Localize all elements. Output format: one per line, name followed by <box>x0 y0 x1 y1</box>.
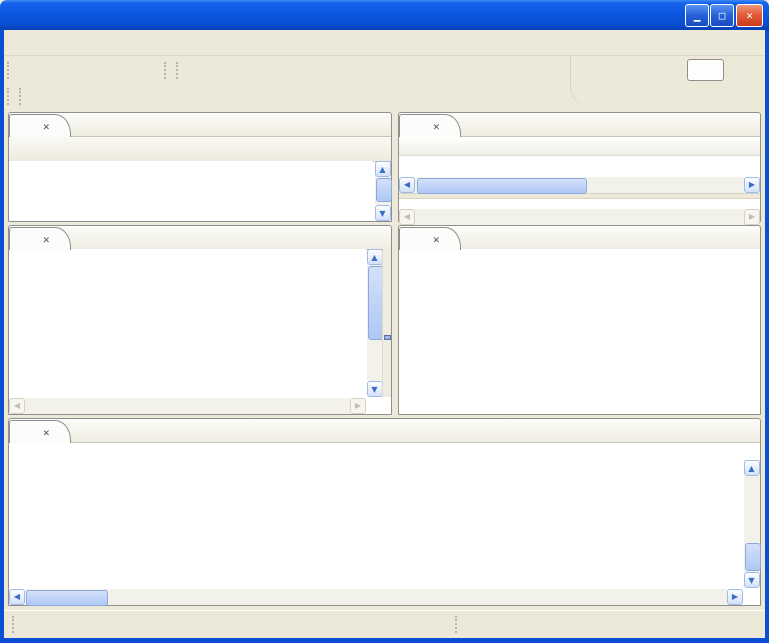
maximize-view-button[interactable] <box>738 421 757 440</box>
overview-ruler[interactable] <box>382 249 391 397</box>
close-icon[interactable]: ✕ <box>433 233 440 246</box>
maximize-view-button[interactable] <box>369 228 388 247</box>
minimize-view-button[interactable] <box>718 421 737 440</box>
scroll-left-icon: ◀ <box>9 398 25 414</box>
console-process-label <box>9 443 760 461</box>
console-hscrollbar[interactable]: ◀ ▶ <box>9 588 743 605</box>
editor-vscrollbar[interactable]: ▲ ▼ <box>366 249 383 397</box>
variables-table-empty[interactable] <box>399 156 760 176</box>
minimize-view-button[interactable] <box>718 115 737 134</box>
debug-perspective-icon <box>693 62 709 78</box>
tasks-icon <box>76 423 92 439</box>
scroll-right-icon[interactable]: ▶ <box>727 589 743 605</box>
maximize-view-button[interactable] <box>369 115 388 134</box>
variables-icon <box>405 118 421 134</box>
minimize-view-button[interactable] <box>349 228 368 247</box>
titlebar[interactable]: ▁ □ ✕ <box>0 0 769 30</box>
open-perspective-button[interactable] <box>662 61 681 80</box>
variables-hscrollbar[interactable]: ◀ ▶ <box>399 176 760 193</box>
detail-hscrollbar-disabled: ◀ ▶ <box>399 208 760 225</box>
eclipse-logo-icon <box>7 7 24 24</box>
menubar <box>4 30 765 56</box>
maximize-view-button[interactable] <box>738 115 757 134</box>
editor-view: ✕ ▲ ▼ ◀ ▶ <box>8 225 392 415</box>
close-icon[interactable]: ✕ <box>433 120 440 133</box>
window-maximize-button[interactable]: □ <box>710 4 734 27</box>
scroll-down-icon[interactable]: ▼ <box>367 381 383 397</box>
scroll-right-icon[interactable]: ▶ <box>744 177 760 193</box>
breakpoints-icon <box>466 117 482 133</box>
tab-outline[interactable]: ✕ <box>399 227 461 250</box>
annotation-marker[interactable] <box>384 335 391 340</box>
scroll-down-icon[interactable]: ▼ <box>375 205 391 221</box>
scroll-up-icon[interactable]: ▲ <box>744 460 760 476</box>
close-icon[interactable]: ✕ <box>43 120 50 133</box>
tab-debug[interactable]: ✕ <box>9 114 71 137</box>
scroll-up-icon[interactable]: ▲ <box>367 249 383 265</box>
close-icon[interactable]: ✕ <box>43 233 50 246</box>
debug-view: ✕ ▲ ▼ <box>8 112 392 222</box>
console-view: ✕ ▲ ▼ ◀ ▶ <box>8 418 761 606</box>
console-icon <box>15 424 31 440</box>
window-minimize-button[interactable]: ▁ <box>685 4 709 27</box>
perspective-go-button[interactable] <box>730 60 759 80</box>
outline-tree <box>399 249 760 414</box>
main-toolbar <box>4 56 765 110</box>
tab-console[interactable]: ✕ <box>9 420 71 443</box>
scroll-right-icon: ▶ <box>350 398 366 414</box>
fast-view-button[interactable] <box>21 615 40 634</box>
eclipse-window: { "window": {"title": "Debug - testGo/sr… <box>0 0 769 643</box>
editor-hscrollbar-disabled: ◀ ▶ <box>9 397 366 414</box>
console-vscrollbar[interactable]: ▲ ▼ <box>743 460 760 588</box>
scroll-left-icon[interactable]: ◀ <box>399 177 415 193</box>
window-border-left <box>0 30 4 637</box>
outline-icon <box>405 231 421 247</box>
outline-view: ✕ <box>398 225 761 415</box>
window-border-right <box>765 30 769 637</box>
scroll-left-icon[interactable]: ◀ <box>9 589 25 605</box>
scroll-down-icon[interactable]: ▼ <box>744 572 760 588</box>
go-file-icon <box>15 231 31 247</box>
go-perspective-icon <box>734 62 750 78</box>
scroll-right-icon: ▶ <box>744 209 760 225</box>
code-editor-area[interactable] <box>9 249 366 397</box>
minimize-view-button[interactable] <box>349 115 368 134</box>
variables-view: ✕ ◀ ▶ ◀ ▶ <box>398 112 761 222</box>
variables-detail-pane[interactable] <box>399 199 760 208</box>
minimize-view-button[interactable] <box>718 228 737 247</box>
perspective-debug-button[interactable] <box>687 59 724 81</box>
tab-tasks[interactable] <box>71 420 104 442</box>
perspective-switcher <box>662 58 759 82</box>
debug-launch-tree <box>9 161 373 221</box>
maximize-view-button[interactable] <box>738 228 757 247</box>
column-header-name[interactable] <box>399 139 403 153</box>
tab-hello-go[interactable]: ✕ <box>9 227 71 250</box>
close-icon[interactable]: ✕ <box>43 426 50 439</box>
debug-tree-vscrollbar[interactable]: ▲ ▼ <box>374 161 391 221</box>
status-bar <box>4 610 765 638</box>
perspective-bar-divider <box>570 56 595 108</box>
window-close-button[interactable]: ✕ <box>736 4 763 27</box>
tab-breakpoints[interactable] <box>461 114 494 136</box>
scroll-up-icon[interactable]: ▲ <box>375 161 391 177</box>
scroll-left-icon: ◀ <box>399 209 415 225</box>
debug-view-icon <box>15 118 31 134</box>
tab-variables[interactable]: ✕ <box>399 114 461 137</box>
